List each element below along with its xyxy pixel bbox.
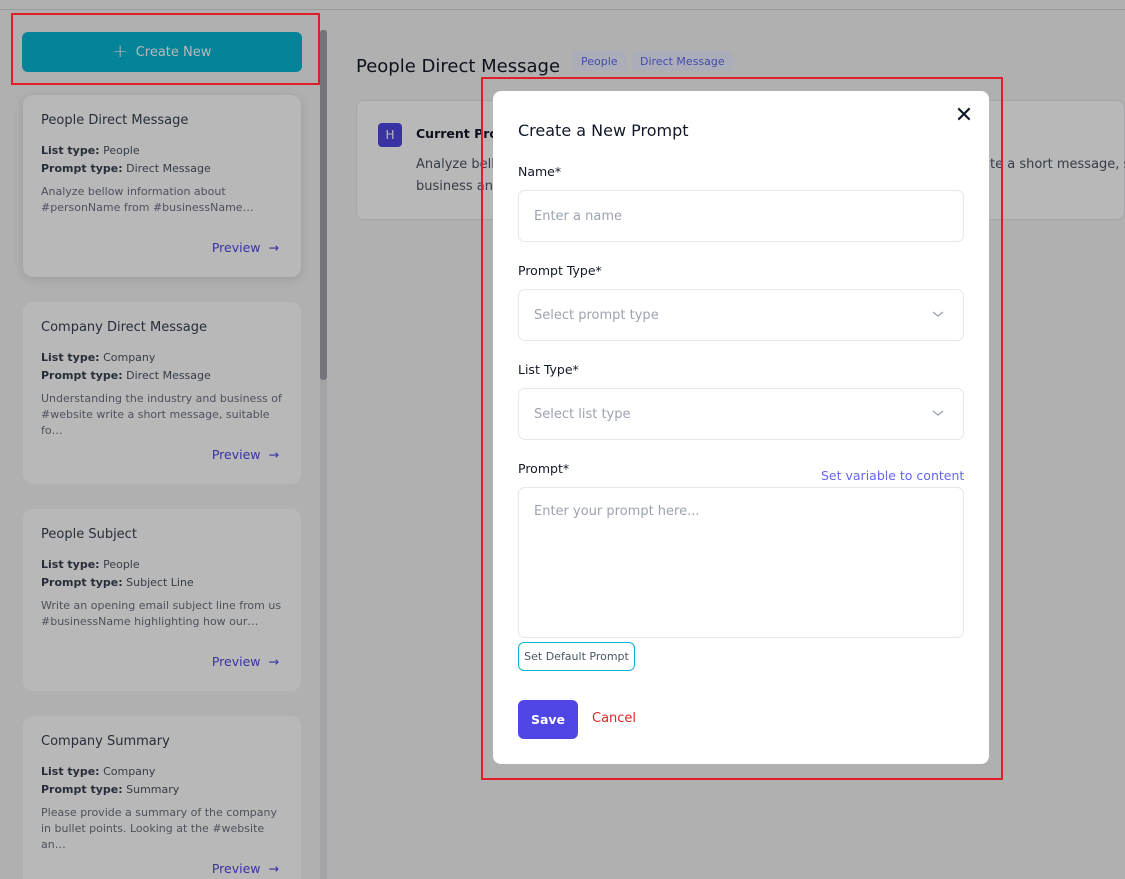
highlight-create-button	[11, 13, 320, 85]
highlight-modal	[481, 77, 1003, 780]
